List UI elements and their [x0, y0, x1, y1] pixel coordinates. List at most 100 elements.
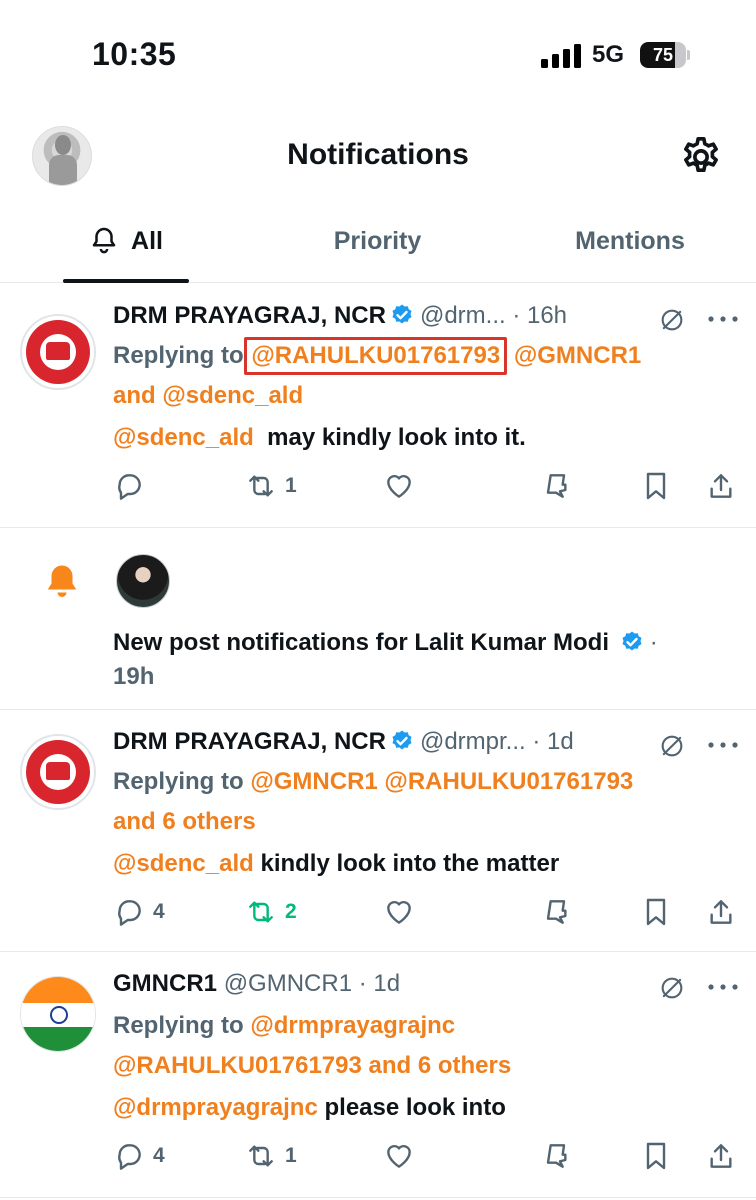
share-button[interactable] [705, 892, 737, 932]
post-header: DRM PRAYAGRAJ, NCR @drm... · 16h [113, 302, 567, 336]
reply-button[interactable]: 4 [113, 892, 165, 932]
status-time: 10:35 [92, 36, 177, 72]
mention-link-highlighted[interactable]: @RAHULKU01761793 [244, 337, 508, 375]
author-name[interactable]: GMNCR1 [113, 970, 217, 997]
reply-icon [113, 470, 145, 502]
action-bar: 4 2 [0, 892, 756, 932]
action-bar: 4 1 [0, 1136, 756, 1176]
grok-button[interactable] [540, 892, 572, 932]
indian-railways-logo-avatar[interactable] [20, 314, 96, 390]
tab-priority[interactable]: Priority [310, 205, 445, 283]
gear-icon[interactable] [678, 134, 724, 180]
heart-icon [383, 1140, 415, 1172]
author-handle[interactable]: @drm... [420, 302, 506, 329]
notification-item[interactable]: DRM PRAYAGRAJ, NCR @drmpr... · 1d Replyin… [0, 710, 756, 952]
bell-icon [92, 228, 116, 254]
author-handle[interactable]: @drmpr... [420, 728, 526, 755]
repost-count: 1 [285, 1144, 297, 1167]
bookmark-button[interactable] [640, 1136, 672, 1176]
like-button[interactable] [383, 466, 415, 506]
more-options-icon[interactable] [706, 982, 740, 992]
tab-all[interactable]: All [63, 205, 189, 283]
mention-link[interactable]: @sdenc_ald [113, 850, 254, 877]
repost-button[interactable]: 1 [245, 1136, 297, 1176]
heart-icon [383, 896, 415, 928]
india-flag-avatar[interactable] [20, 976, 96, 1052]
post-text: @drmprayagrajnc please look into [113, 1090, 713, 1126]
reply-icon [113, 896, 145, 928]
author-handle[interactable]: @GMNCR1 [224, 970, 352, 997]
grok-icon[interactable] [658, 974, 686, 1002]
verified-badge-icon [620, 630, 644, 654]
more-options-icon[interactable] [706, 314, 740, 324]
mention-link[interactable]: @drmprayagrajnc [113, 1094, 318, 1121]
bookmark-button[interactable] [640, 466, 672, 506]
author-name[interactable]: DRM PRAYAGRAJ, NCR [113, 302, 386, 329]
reply-count: 4 [153, 900, 165, 923]
indian-railways-logo-avatar[interactable] [20, 734, 96, 810]
share-button[interactable] [705, 1136, 737, 1176]
share-button[interactable] [705, 466, 737, 506]
tab-all-label: All [131, 227, 163, 255]
status-bar: 10:35 5G 75 [0, 0, 756, 110]
repost-icon [245, 1140, 277, 1172]
post-body: kindly look into the matter [260, 850, 560, 877]
replying-to-line: Replying to @drmprayagrajnc @RAHULKU0176… [113, 1006, 713, 1086]
bell-icon [47, 565, 77, 597]
mention-link[interactable]: @sdenc_ald [113, 424, 254, 451]
more-options-icon[interactable] [706, 740, 740, 750]
battery-percent: 75 [652, 45, 674, 65]
tab-bar: All Priority Mentions [0, 205, 756, 283]
notification-item[interactable]: GMNCR1 @GMNCR1 · 1d Replying to @drmpray… [0, 952, 756, 1198]
post-header: DRM PRAYAGRAJ, NCR @drmpr... · 1d [113, 728, 574, 762]
repost-count: 1 [285, 474, 297, 497]
grok-icon [540, 896, 572, 928]
avatar[interactable] [116, 554, 170, 608]
share-icon [705, 896, 737, 928]
post-text: @sdenc_ald kindly look into the matter [113, 846, 713, 882]
post-time: · 1d [358, 970, 401, 997]
post-body: please look into [324, 1094, 506, 1121]
repost-button[interactable]: 1 [245, 466, 297, 506]
repost-button[interactable]: 2 [245, 892, 297, 932]
page-title: Notifications [287, 138, 469, 171]
heart-icon [383, 470, 415, 502]
grok-icon[interactable] [658, 732, 686, 760]
repost-count: 2 [285, 900, 297, 923]
reply-button[interactable] [113, 466, 153, 506]
post-time: · 16h [512, 302, 568, 329]
post-body: may kindly look into it. [267, 424, 526, 451]
grok-icon[interactable] [658, 306, 686, 334]
notification-time: 19h [113, 663, 155, 690]
battery-icon: 75 [640, 42, 690, 68]
and-others-link[interactable]: and 6 others [113, 808, 256, 835]
bookmark-button[interactable] [640, 892, 672, 932]
repost-icon [245, 470, 277, 502]
post-text: @sdenc_ald may kindly look into it. [113, 420, 713, 456]
like-button[interactable] [383, 892, 415, 932]
and-others-link[interactable]: and 6 others [369, 1052, 512, 1079]
grok-button[interactable] [540, 1136, 572, 1176]
notification-item[interactable]: New post notifications for Lalit Kumar M… [0, 528, 756, 710]
replying-to-line: Replying to @GMNCR1 @RAHULKU01761793 and… [113, 762, 713, 842]
action-bar: 1 [0, 466, 756, 506]
top-header: Notifications [0, 110, 756, 205]
mention-link[interactable]: @sdenc_ald [162, 382, 303, 409]
mention-link[interactable]: @GMNCR1 [514, 342, 641, 369]
mention-link[interactable]: @GMNCR1 [250, 768, 377, 795]
mention-link[interactable]: @RAHULKU01761793 [113, 1052, 362, 1079]
notification-item[interactable]: DRM PRAYAGRAJ, NCR @drm... · 16h Replying… [0, 284, 756, 528]
grok-button[interactable] [540, 466, 572, 506]
mention-link[interactable]: @drmprayagrajnc [250, 1012, 455, 1039]
separator-dot: · [649, 629, 658, 656]
share-icon [705, 470, 737, 502]
signal-bars-icon [541, 44, 581, 68]
tab-mentions[interactable]: Mentions [560, 205, 700, 283]
grok-icon [540, 1140, 572, 1172]
share-icon [705, 1140, 737, 1172]
like-button[interactable] [383, 1136, 415, 1176]
author-name[interactable]: DRM PRAYAGRAJ, NCR [113, 728, 386, 755]
reply-button[interactable]: 4 [113, 1136, 165, 1176]
new-post-notification-text: New post notifications for Lalit Kumar M… [113, 626, 733, 694]
mention-link[interactable]: @RAHULKU01761793 [384, 768, 633, 795]
